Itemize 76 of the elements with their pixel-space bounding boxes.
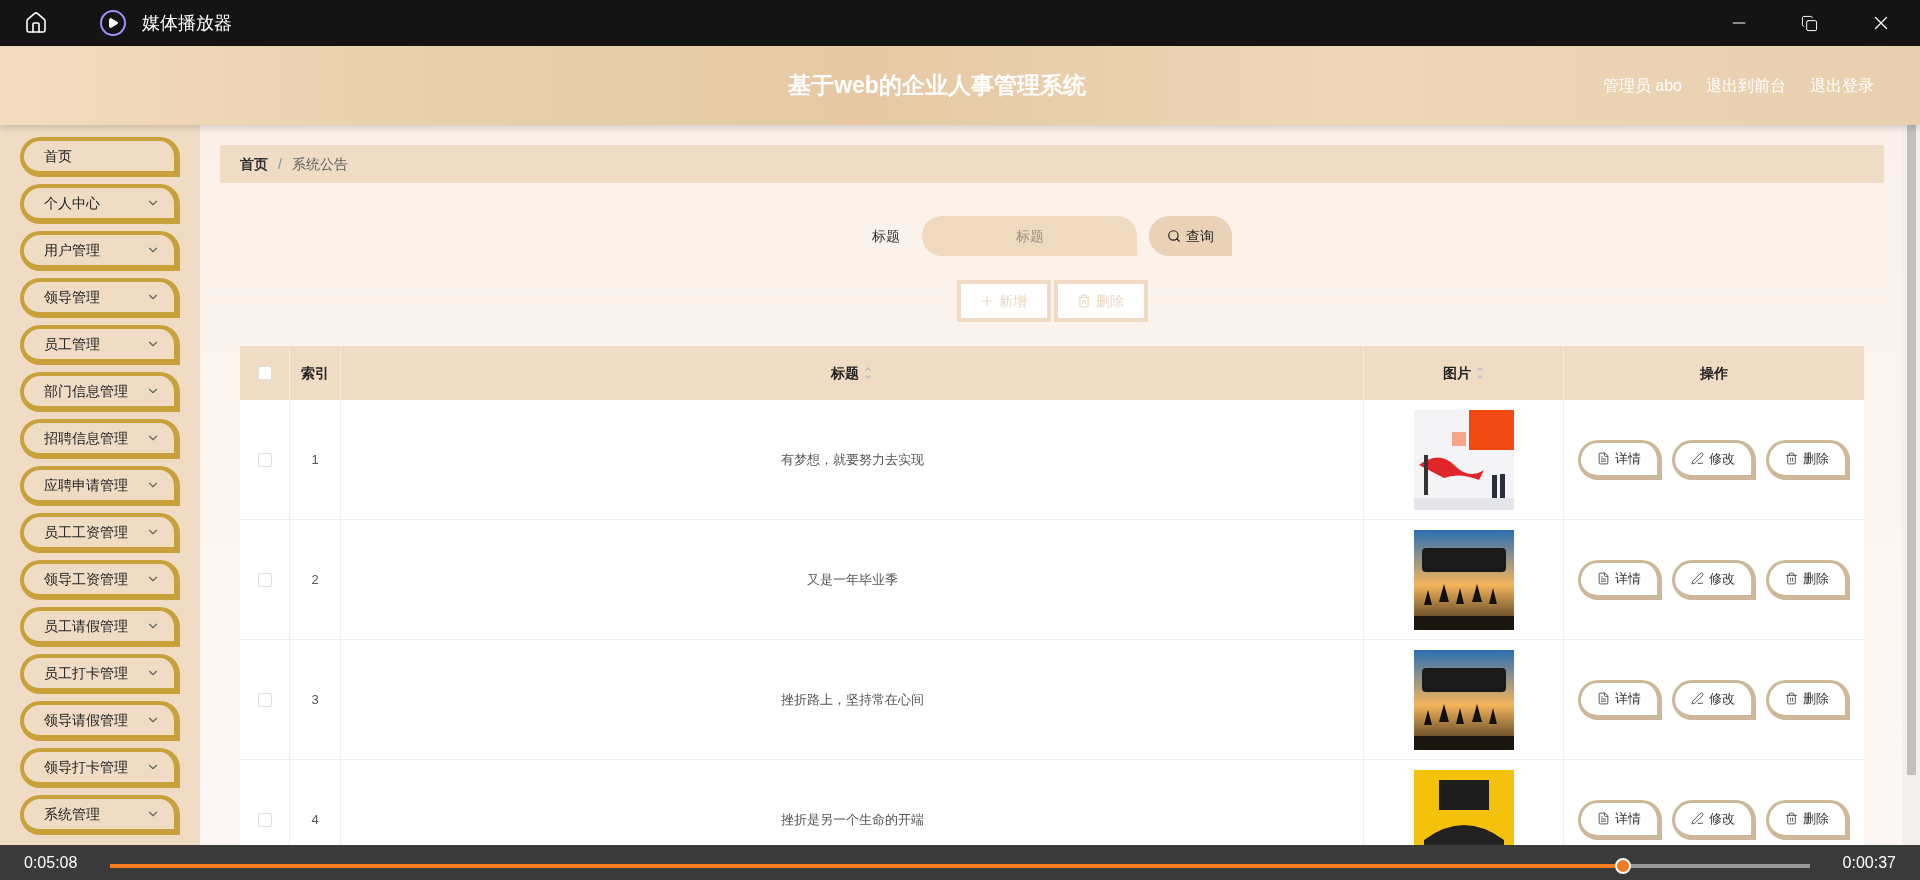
sidebar-item[interactable]: 领导打卡管理 xyxy=(20,748,180,788)
sidebar-item[interactable]: 领导工资管理 xyxy=(20,560,180,600)
checkbox[interactable] xyxy=(257,692,272,707)
elapsed-time: 0:05:08 xyxy=(23,852,79,873)
trash-icon xyxy=(1785,452,1798,465)
index-cell-text: 4 xyxy=(311,810,319,829)
detail-button[interactable]: 详情 xyxy=(1578,679,1662,720)
detail-button[interactable]: 详情 xyxy=(1578,799,1662,840)
sidebar-item[interactable]: 用户管理 xyxy=(20,231,180,271)
pen-icon xyxy=(1691,452,1704,465)
column-header: 索引 xyxy=(301,363,329,383)
breadcrumb-link[interactable]: 首页 xyxy=(240,153,268,175)
checkbox[interactable] xyxy=(257,812,272,827)
remaining-time: 0:00:37 xyxy=(1841,852,1897,873)
column-header: 图片 xyxy=(1442,363,1471,383)
sort-icon xyxy=(863,365,873,381)
window-title: 媒体播放器 xyxy=(142,11,232,35)
trash-icon xyxy=(1785,692,1798,705)
search-button[interactable]: 查询 xyxy=(1149,216,1232,256)
title-cell-text: 挫折路上，坚持常在心间 xyxy=(780,690,924,709)
progress-thumb[interactable] xyxy=(1615,857,1631,874)
sidebar-item[interactable]: 应聘申请管理 xyxy=(20,466,180,506)
edit-button[interactable]: 修改 xyxy=(1672,439,1756,480)
search-icon xyxy=(1167,229,1181,243)
search-field[interactable]: 标题 xyxy=(922,216,1137,256)
sidebar-item[interactable]: 领导管理 xyxy=(20,278,180,318)
title-cell-text: 有梦想，就要努力去实现 xyxy=(780,450,924,469)
detail-button[interactable]: 详情 xyxy=(1578,439,1662,480)
sidebar-item[interactable]: 首页 xyxy=(20,137,180,177)
breadcrumb-separator: / xyxy=(278,154,282,174)
pen-icon xyxy=(1691,572,1704,585)
checkbox[interactable] xyxy=(257,572,272,587)
delete-button[interactable]: 删除 xyxy=(1766,799,1850,840)
search-label: 标题 xyxy=(872,226,900,246)
checkbox[interactable] xyxy=(257,366,272,380)
sidebar-item[interactable]: 个人中心 xyxy=(20,184,180,224)
trash-icon xyxy=(1785,812,1798,825)
title-cell-text: 又是一年毕业季 xyxy=(806,570,898,589)
edit-button[interactable]: 修改 xyxy=(1672,799,1756,840)
document-icon xyxy=(1597,812,1610,825)
plus-icon xyxy=(980,294,994,308)
document-icon xyxy=(1597,452,1610,465)
play-icon xyxy=(100,10,126,36)
sidebar-item[interactable]: 员工管理 xyxy=(20,325,180,365)
pen-icon xyxy=(1691,812,1704,825)
index-cell-text: 2 xyxy=(311,570,319,589)
sidebar-item[interactable]: 员工工资管理 xyxy=(20,513,180,553)
sidebar-item[interactable]: 系统管理 xyxy=(20,795,180,835)
breadcrumb-link[interactable]: 系统公告 xyxy=(291,153,348,175)
index-cell-text: 3 xyxy=(311,690,319,709)
checkbox[interactable] xyxy=(257,452,272,467)
home-icon[interactable] xyxy=(24,11,48,35)
pen-icon xyxy=(1691,692,1704,705)
delete-button[interactable]: 删除 xyxy=(1766,559,1850,600)
sidebar-item[interactable]: 员工打卡管理 xyxy=(20,654,180,694)
sidebar-item[interactable]: 员工请假管理 xyxy=(20,607,180,647)
sidebar-item[interactable]: 领导请假管理 xyxy=(20,701,180,741)
restore-icon[interactable] xyxy=(1801,14,1818,32)
detail-button[interactable]: 详情 xyxy=(1578,559,1662,600)
delete-button[interactable]: 删除 xyxy=(1766,679,1850,720)
system-title: 基于web的企业人事管理系统 xyxy=(788,71,1086,101)
sidebar-item[interactable]: 招聘信息管理 xyxy=(20,419,180,459)
progress-track[interactable] xyxy=(110,856,1810,875)
delete-button[interactable]: 删除 xyxy=(1766,439,1850,480)
title-cell-text: 挫折是另一个生命的开端 xyxy=(780,810,924,829)
index-cell-text: 1 xyxy=(311,450,319,469)
scrollbar[interactable] xyxy=(1906,125,1916,775)
column-header: 操作 xyxy=(1700,363,1728,383)
document-icon xyxy=(1597,572,1610,585)
column-header: 标题 xyxy=(831,363,859,383)
edit-button[interactable]: 修改 xyxy=(1672,679,1756,720)
edit-button[interactable]: 修改 xyxy=(1672,559,1756,600)
trash-icon xyxy=(1785,572,1798,585)
document-icon xyxy=(1597,692,1610,705)
sidebar-item[interactable]: 部门信息管理 xyxy=(20,372,180,412)
trash-icon xyxy=(1077,294,1091,308)
